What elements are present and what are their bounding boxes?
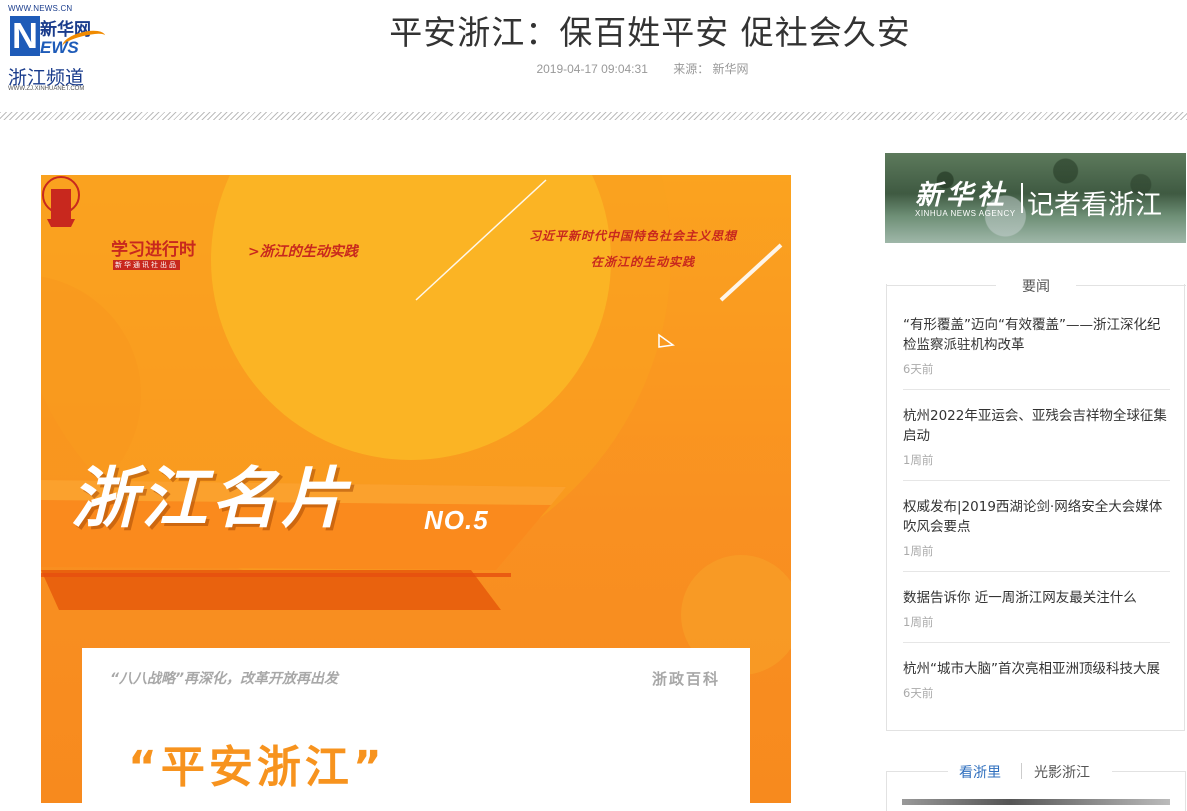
tabs-line-left <box>886 771 948 772</box>
poster-panel-right: 浙政百科 <box>651 670 720 688</box>
tab-guangying[interactable]: 光影浙江 <box>1034 762 1090 782</box>
poster-press: 新华通讯社出品 <box>113 260 180 270</box>
poster-panel: “八八战略”再深化，改革开放再出发 浙政百科 “平安浙江” <box>82 648 750 803</box>
news-link[interactable]: 杭州“城市大脑”首次亮相亚洲顶级科技大展 <box>903 659 1170 679</box>
tab-thumbnail[interactable] <box>902 799 1170 805</box>
header-divider <box>0 112 1187 120</box>
tab-separator <box>1021 763 1022 779</box>
news-item: 杭州“城市大脑”首次亮相亚洲顶级科技大展 6天前 <box>903 657 1170 713</box>
article-image: 学习进行时 新华通讯社出品 >浙江的生动实践 习近平新时代中国特色社会主义思想 … <box>41 175 791 803</box>
logo-channel-url: WWW.ZJ.XINHUANET.COM <box>8 86 85 92</box>
reporter-banner[interactable]: 新华社 XINHUA NEWS AGENCY 记者看浙江 <box>885 153 1186 243</box>
tabs-line-right <box>1112 771 1186 772</box>
article-datetime: 2019-04-17 09:04:31 <box>536 62 648 76</box>
banner-divider <box>1021 183 1023 213</box>
news-item: “有形覆盖”迈向“有效覆盖”——浙江深化纪检监察派驻机构改革 6天前 <box>903 313 1170 390</box>
poster-panel-big: “平安浙江” <box>128 742 386 793</box>
poster-slogan-1: 习近平新时代中国特色社会主义思想 <box>529 229 738 243</box>
news-link[interactable]: 杭州2022年亚运会、亚残会吉祥物全球征集启动 <box>903 406 1170 446</box>
poster-card-no: NO.5 <box>424 505 489 535</box>
banner-brand: 新华社 <box>915 180 1008 211</box>
news-time: 1周前 <box>903 544 934 558</box>
banner-agency: XINHUA NEWS AGENCY <box>915 209 1016 218</box>
article-title: 平安浙江：保百姓平安 促社会久安 <box>389 13 911 52</box>
article-source: 来源： 新华网 <box>673 62 749 76</box>
poster-brand: 学习进行时 <box>111 240 196 260</box>
news-time: 6天前 <box>903 362 934 376</box>
news-time: 1周前 <box>903 453 934 467</box>
news-link[interactable]: 权威发布|2019西湖论剑·网络安全大会媒体吹风会要点 <box>903 497 1170 537</box>
news-link[interactable]: “有形覆盖”迈向“有效覆盖”——浙江深化纪检监察派驻机构改革 <box>903 315 1170 355</box>
news-link[interactable]: 数据告诉你 近一周浙江网友最关注什么 <box>903 588 1170 608</box>
news-item: 杭州2022年亚运会、亚残会吉祥物全球征集启动 1周前 <box>903 404 1170 481</box>
news-list: “有形覆盖”迈向“有效覆盖”——浙江深化纪检监察派驻机构改革 6天前 杭州202… <box>903 313 1170 727</box>
poster-card-title: 浙江名片 <box>71 460 351 537</box>
news-time: 1周前 <box>903 615 934 629</box>
tab-kanzheli[interactable]: 看浙里 <box>959 762 1001 782</box>
poster-slogan-2: 在浙江的生动实践 <box>591 255 696 269</box>
article-meta: 2019-04-17 09:04:31 来源： 新华网 <box>0 60 1187 77</box>
news-item: 权威发布|2019西湖论剑·网络安全大会媒体吹风会要点 1周前 <box>903 495 1170 572</box>
poster-subtitle: >浙江的生动实践 <box>248 244 358 260</box>
xxjxs-emblem-icon <box>42 176 80 227</box>
banner-slogan: 记者看浙江 <box>1027 190 1162 221</box>
poster-panel-left: “八八战略”再深化，改革开放再出发 <box>110 671 339 687</box>
news-time: 6天前 <box>903 686 934 700</box>
news-item: 数据告诉你 近一周浙江网友最关注什么 1周前 <box>903 586 1170 643</box>
